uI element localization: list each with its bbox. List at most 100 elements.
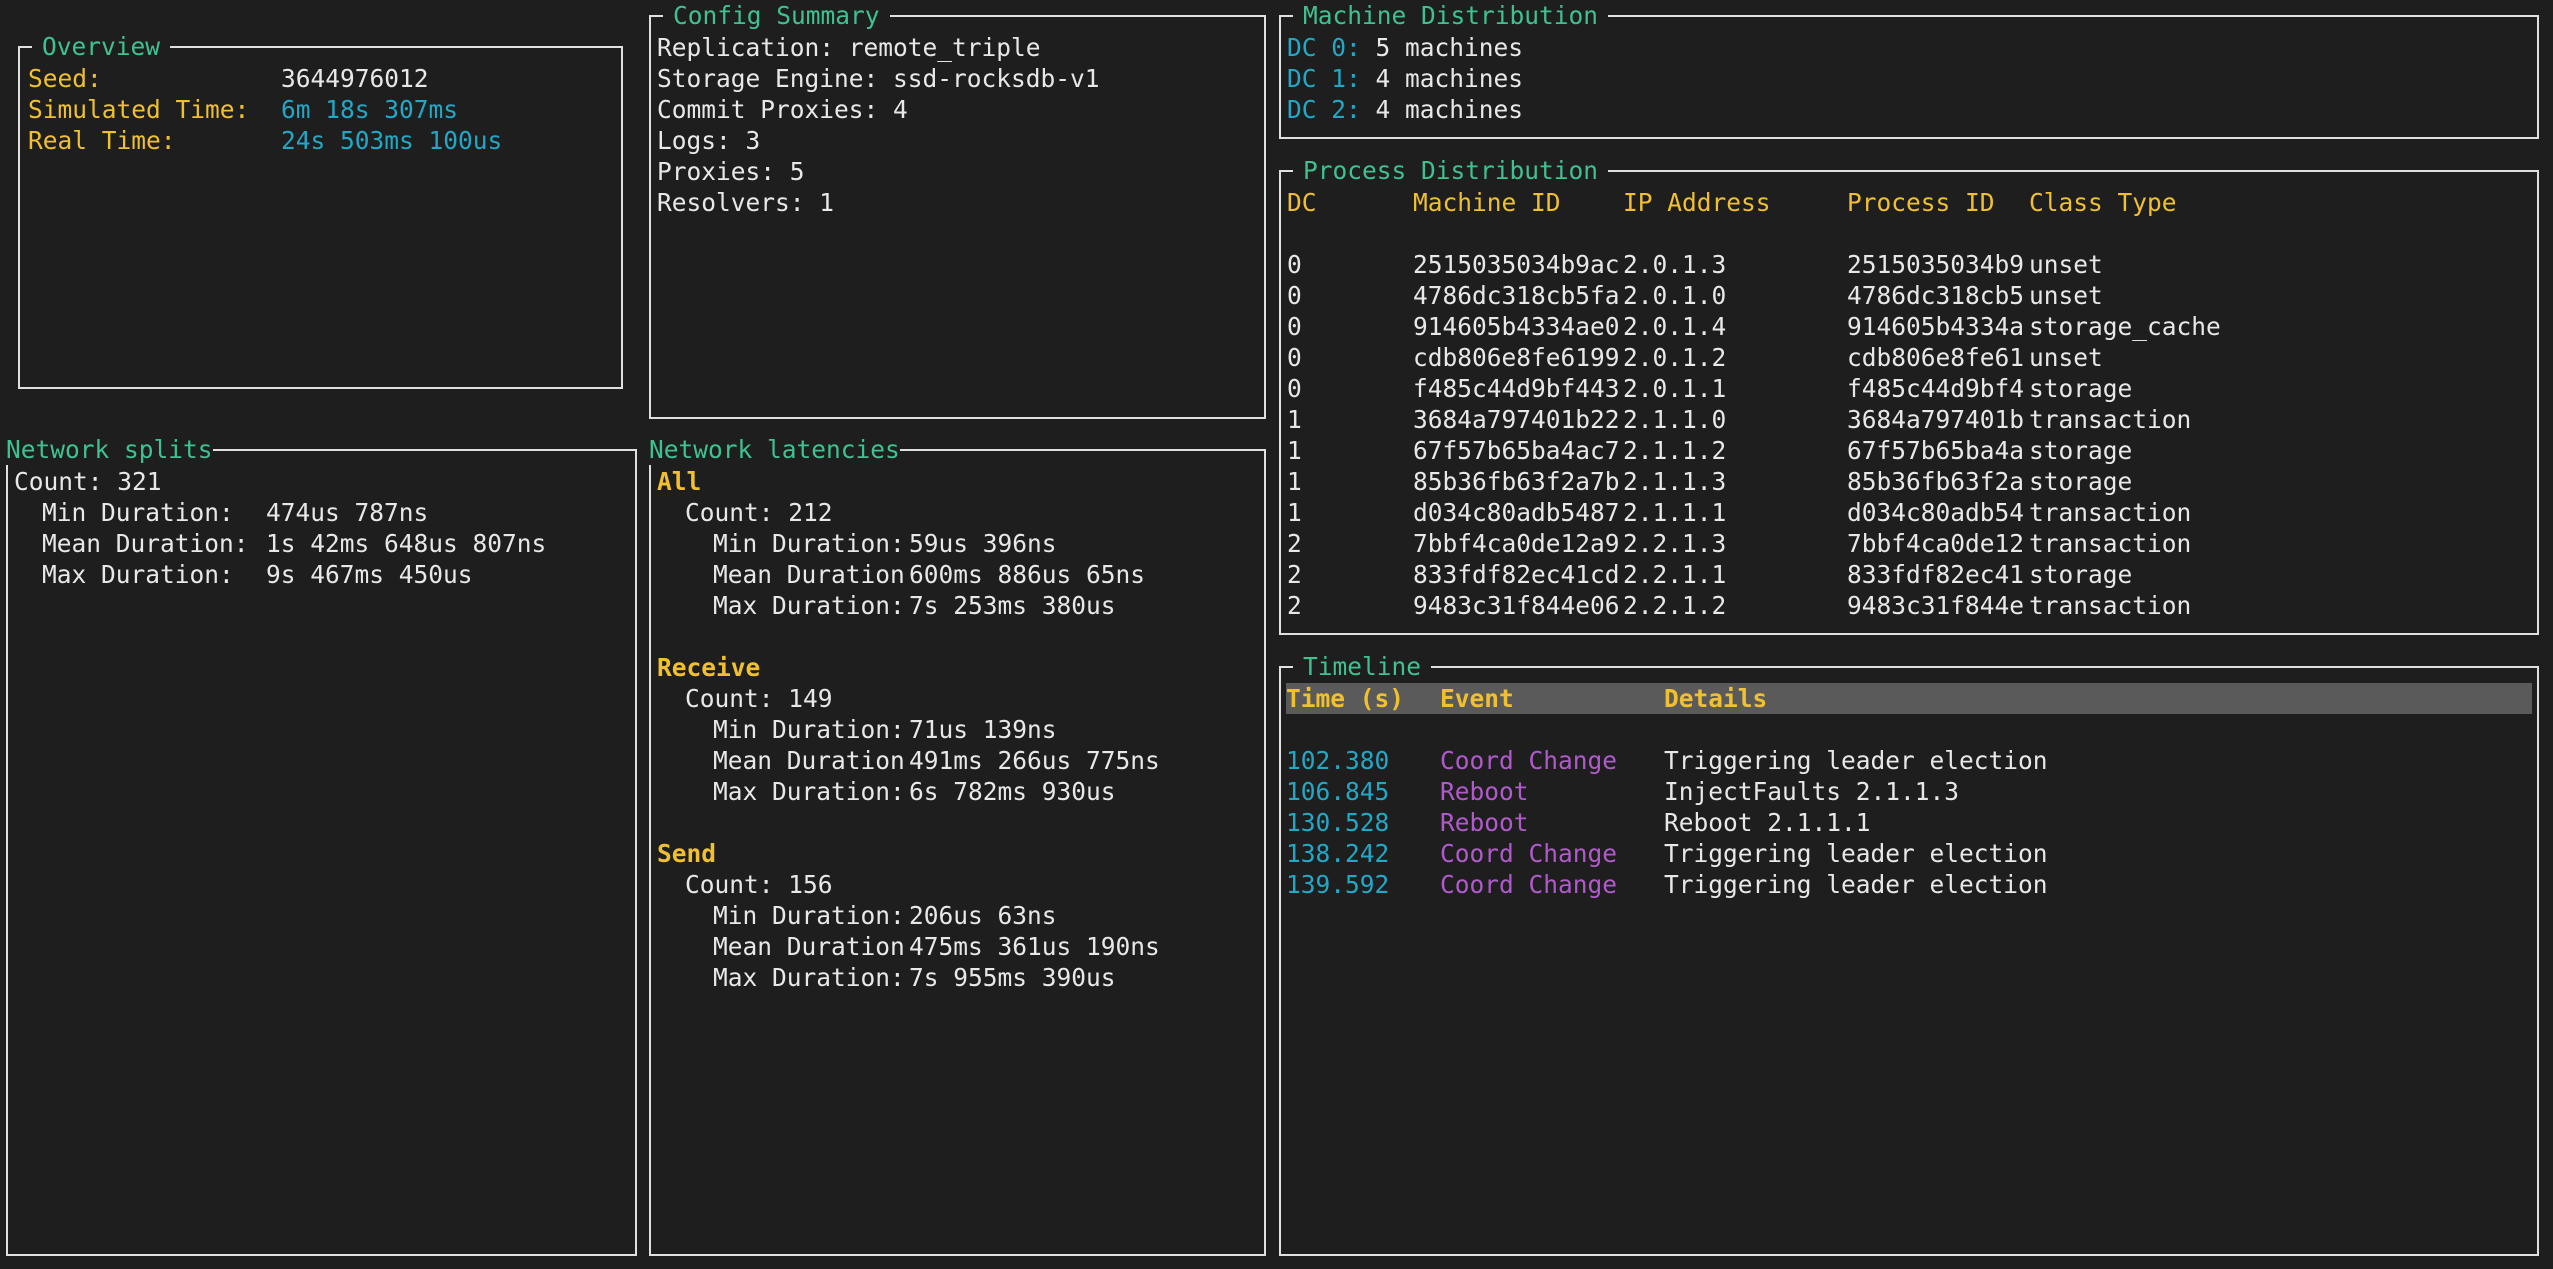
latency-label: Mean Duration: — [713, 559, 909, 590]
dc-label: DC 2: — [1287, 94, 1361, 125]
timeline-details: Triggering leader election — [1664, 869, 2048, 900]
network-latencies-title: Network latencies — [649, 434, 900, 465]
process-cell-machine-id: 7bbf4ca0de12a9 — [1413, 528, 1623, 559]
machine-row: DC 0: 5 machines — [1287, 32, 2533, 63]
process-cell-ip-address: 2.2.1.2 — [1623, 590, 1847, 621]
process-cell-class-type: storage — [2029, 373, 2132, 404]
latency-label: Min Duration: — [713, 714, 909, 745]
process-cell-process-id: 3684a797401b — [1847, 404, 2029, 435]
col-header-dc: DC — [1287, 187, 1413, 218]
network-splits-panel: Network splits Count: 321 Min Duration: … — [6, 449, 637, 1256]
process-row: 185b36fb63f2a7b2.1.1.385b36fb63f2astorag… — [1287, 466, 2533, 497]
latency-group-heading: Send — [657, 838, 1260, 869]
config-summary-title: Config Summary — [663, 0, 890, 31]
process-distribution-panel: Process Distribution DC Machine ID IP Ad… — [1279, 170, 2539, 635]
config-line: Storage Engine: ssd-rocksdb-v1 — [657, 63, 1260, 94]
process-cell-dc: 0 — [1287, 373, 1413, 404]
process-cell-class-type: storage — [2029, 435, 2132, 466]
process-row: 02515035034b9ac2.0.1.32515035034b9unset — [1287, 249, 2533, 280]
process-cell-class-type: storage_cache — [2029, 311, 2221, 342]
latency-group-heading: All — [657, 466, 1260, 497]
process-cell-machine-id: 833fdf82ec41cd — [1413, 559, 1623, 590]
process-cell-dc: 1 — [1287, 404, 1413, 435]
overview-row-simulated-time: Simulated Time: 6m 18s 307ms — [28, 94, 617, 125]
timeline-header: Time (s) Event Details — [1286, 683, 2532, 714]
config-line: Logs: 3 — [657, 125, 1260, 156]
timeline-time: 102.380 — [1286, 745, 1440, 776]
process-cell-ip-address: 2.0.1.3 — [1623, 249, 1847, 280]
splits-mean-label: Mean Duration: — [42, 528, 266, 559]
process-cell-dc: 0 — [1287, 280, 1413, 311]
process-cell-ip-address: 2.1.1.0 — [1623, 404, 1847, 435]
machine-row: DC 1: 4 machines — [1287, 63, 2533, 94]
process-cell-ip-address: 2.2.1.1 — [1623, 559, 1847, 590]
dc-label: DC 1: — [1287, 63, 1361, 94]
latency-value: 6s 782ms 930us — [909, 776, 1116, 807]
simulated-time-value: 6m 18s 307ms — [281, 94, 458, 125]
process-cell-machine-id: 3684a797401b22 — [1413, 404, 1623, 435]
process-cell-class-type: storage — [2029, 559, 2132, 590]
timeline-details: InjectFaults 2.1.1.3 — [1664, 776, 1959, 807]
latency-value: 475ms 361us 190ns — [909, 931, 1160, 962]
process-cell-dc: 1 — [1287, 466, 1413, 497]
process-cell-dc: 1 — [1287, 435, 1413, 466]
latency-group-count: Count: 212 — [657, 497, 1260, 528]
splits-min-label: Min Duration: — [42, 497, 266, 528]
network-latencies-panel: Network latencies AllCount: 212Min Durat… — [649, 449, 1266, 1256]
process-row: 0914605b4334ae02.0.1.4914605b4334astorag… — [1287, 311, 2533, 342]
timeline-time: 139.592 — [1286, 869, 1440, 900]
process-cell-dc: 1 — [1287, 497, 1413, 528]
latency-label: Max Duration: — [713, 776, 909, 807]
col-header-process-id: Process ID — [1847, 187, 2029, 218]
process-row: 0f485c44d9bf4432.0.1.1f485c44d9bf4storag… — [1287, 373, 2533, 404]
col-header-details: Details — [1664, 683, 1767, 714]
process-distribution-title: Process Distribution — [1293, 155, 1608, 186]
process-cell-machine-id: cdb806e8fe6199 — [1413, 342, 1623, 373]
process-cell-class-type: transaction — [2029, 590, 2191, 621]
timeline-details: Reboot 2.1.1.1 — [1664, 807, 1871, 838]
latency-label: Max Duration: — [713, 590, 909, 621]
process-cell-dc: 2 — [1287, 590, 1413, 621]
network-splits-title: Network splits — [6, 434, 213, 465]
timeline-event: Coord Change — [1440, 869, 1664, 900]
machine-distribution-title: Machine Distribution — [1293, 0, 1608, 31]
process-cell-ip-address: 2.1.1.1 — [1623, 497, 1847, 528]
latency-label: Mean Duration: — [713, 745, 909, 776]
timeline-row: 102.380Coord ChangeTriggering leader ele… — [1286, 745, 2532, 776]
latency-value: 491ms 266us 775ns — [909, 745, 1160, 776]
dc-label: DC 0: — [1287, 32, 1361, 63]
process-cell-machine-id: 9483c31f844e06 — [1413, 590, 1623, 621]
splits-max-label: Max Duration: — [42, 559, 266, 590]
machine-count: 5 machines — [1376, 32, 1524, 63]
machine-row: DC 2: 4 machines — [1287, 94, 2533, 125]
spacer — [1287, 218, 2533, 249]
process-cell-class-type: transaction — [2029, 528, 2191, 559]
splits-min-value: 474us 787ns — [266, 497, 428, 528]
timeline-row: 106.845RebootInjectFaults 2.1.1.3 — [1286, 776, 2532, 807]
latency-line: Mean Duration:600ms 886us 65ns — [657, 559, 1260, 590]
real-time-label: Real Time: — [28, 125, 281, 156]
timeline-event: Coord Change — [1440, 745, 1664, 776]
timeline-event: Reboot — [1440, 776, 1664, 807]
config-summary-panel: Config Summary Replication: remote_tripl… — [649, 15, 1266, 419]
latency-value: 206us 63ns — [909, 900, 1057, 931]
machine-distribution-panel: Machine Distribution DC 0: 5 machines DC… — [1279, 15, 2539, 139]
timeline-details: Triggering leader election — [1664, 838, 2048, 869]
overview-row-real-time: Real Time: 24s 503ms 100us — [28, 125, 617, 156]
process-cell-class-type: transaction — [2029, 404, 2191, 435]
config-line: Replication: remote_triple — [657, 32, 1260, 63]
process-row: 13684a797401b222.1.1.03684a797401btransa… — [1287, 404, 2533, 435]
latency-value: 7s 955ms 390us — [909, 962, 1116, 993]
process-row: 04786dc318cb5fa2.0.1.04786dc318cb5unset — [1287, 280, 2533, 311]
latency-line: Min Duration:59us 396ns — [657, 528, 1260, 559]
process-cell-process-id: f485c44d9bf4 — [1847, 373, 2029, 404]
process-cell-machine-id: f485c44d9bf443 — [1413, 373, 1623, 404]
process-cell-class-type: transaction — [2029, 497, 2191, 528]
process-cell-machine-id: 4786dc318cb5fa — [1413, 280, 1623, 311]
process-cell-process-id: 9483c31f844e — [1847, 590, 2029, 621]
latency-line: Max Duration:6s 782ms 930us — [657, 776, 1260, 807]
timeline-row: 139.592Coord ChangeTriggering leader ele… — [1286, 869, 2532, 900]
process-cell-process-id: 4786dc318cb5 — [1847, 280, 2029, 311]
timeline-details: Triggering leader election — [1664, 745, 2048, 776]
process-cell-dc: 2 — [1287, 528, 1413, 559]
